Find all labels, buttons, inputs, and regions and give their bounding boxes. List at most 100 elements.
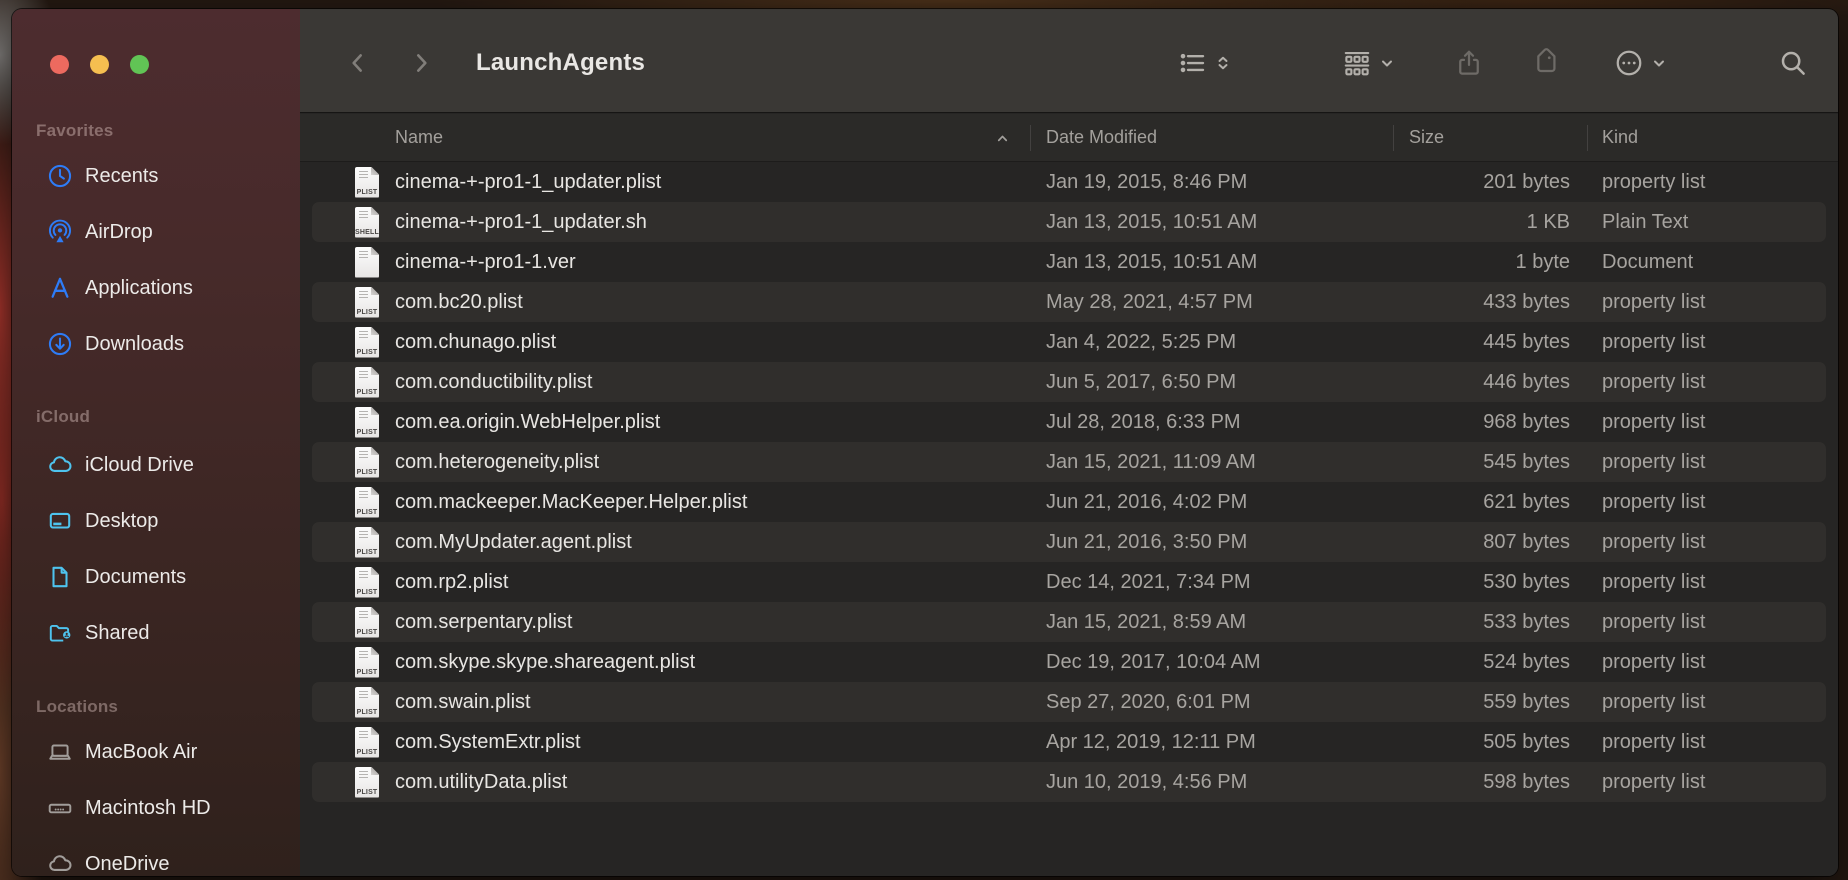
sidebar-item-macintosh-hd[interactable]: Macintosh HD bbox=[26, 788, 290, 828]
file-kind: property list bbox=[1602, 330, 1706, 353]
column-headers: Name Date Modified Size Kind bbox=[300, 114, 1838, 162]
file-kind: property list bbox=[1602, 690, 1706, 713]
file-name: com.rp2.plist bbox=[395, 570, 509, 593]
document-file-icon: PLIST bbox=[355, 326, 379, 358]
file-name: com.ea.origin.WebHelper.plist bbox=[395, 410, 661, 433]
file-type-badge: SHELL bbox=[355, 228, 379, 236]
sort-ascending-icon bbox=[995, 131, 1010, 146]
more-actions-button[interactable] bbox=[1614, 43, 1667, 83]
file-kind: property list bbox=[1602, 490, 1706, 513]
file-type-badge: PLIST bbox=[356, 308, 378, 316]
download-circle-icon bbox=[46, 331, 73, 358]
sidebar-item-recents[interactable]: Recents bbox=[26, 156, 290, 196]
table-row[interactable]: PLIST com.conductibility.plist Jun 5, 2017… bbox=[300, 362, 1838, 402]
file-kind: property list bbox=[1602, 730, 1706, 753]
search-button[interactable] bbox=[1778, 43, 1808, 83]
file-size: 530 bytes bbox=[1483, 570, 1570, 593]
table-row[interactable]: PLIST com.chunago.plist Jan 4, 2022, 5:25 … bbox=[300, 322, 1838, 362]
file-icon: PLIST bbox=[355, 482, 379, 522]
file-size: 1 byte bbox=[1515, 250, 1570, 273]
file-kind: property list bbox=[1602, 410, 1706, 433]
document-file-icon: PLIST bbox=[355, 606, 379, 638]
file-size: 1 KB bbox=[1526, 210, 1570, 233]
sidebar-item-airdrop[interactable]: AirDrop bbox=[26, 212, 290, 252]
file-name: com.bc20.plist bbox=[395, 290, 523, 313]
chevron-down-icon bbox=[1651, 55, 1667, 71]
window-title: LaunchAgents bbox=[476, 49, 646, 76]
sidebar-section-label-locations: Locations bbox=[36, 697, 119, 716]
file-size: 524 bytes bbox=[1483, 650, 1570, 673]
laptop-icon bbox=[46, 739, 73, 766]
sidebar-item-macbook-air[interactable]: MacBook Air bbox=[26, 732, 290, 772]
table-row[interactable]: PLIST com.mackeeper.MacKeeper.Helper.plis… bbox=[300, 482, 1838, 522]
column-header-size[interactable]: Size bbox=[1409, 114, 1444, 161]
sidebar-item-documents[interactable]: Documents bbox=[26, 557, 290, 597]
sidebar-item-applications[interactable]: Applications bbox=[26, 268, 290, 308]
sidebar: Favorites Recents AirDrop Applications Downl… bbox=[12, 9, 300, 876]
table-row[interactable]: PLIST com.heterogeneity.plist Jan 15, 2021… bbox=[300, 442, 1838, 482]
column-divider[interactable] bbox=[1587, 125, 1588, 151]
forward-button[interactable] bbox=[403, 45, 439, 81]
sidebar-item-desktop[interactable]: Desktop bbox=[26, 501, 290, 541]
file-name: com.conductibility.plist bbox=[395, 370, 593, 393]
table-row[interactable]: PLIST com.swain.plist Sep 27, 2020, 6:01 P… bbox=[300, 682, 1838, 722]
table-row[interactable]: cinema-+-pro1-1.ver Jan 13, 2015, 10:51 A… bbox=[300, 242, 1838, 282]
list-view-icon bbox=[1178, 48, 1208, 78]
file-size: 505 bytes bbox=[1483, 730, 1570, 753]
sidebar-section-label-favorites: Favorites bbox=[36, 121, 114, 140]
file-icon: PLIST bbox=[355, 442, 379, 482]
file-size: 533 bytes bbox=[1483, 610, 1570, 633]
file-type-badge: PLIST bbox=[356, 188, 378, 196]
table-row[interactable]: PLIST com.bc20.plist May 28, 2021, 4:57 PM… bbox=[300, 282, 1838, 322]
sidebar-item-label: OneDrive bbox=[85, 852, 170, 875]
table-row[interactable]: PLIST com.MyUpdater.agent.plist Jun 21, 20… bbox=[300, 522, 1838, 562]
table-row[interactable]: PLIST com.rp2.plist Dec 14, 2021, 7:34 PM 5… bbox=[300, 562, 1838, 602]
file-icon: PLIST bbox=[355, 322, 379, 362]
file-size: 968 bytes bbox=[1483, 410, 1570, 433]
table-row[interactable]: PLIST com.serpentary.plist Jan 15, 2021, 8… bbox=[300, 602, 1838, 642]
table-row[interactable]: PLIST cinema-+-pro1-1_updater.plist Jan 19… bbox=[300, 162, 1838, 202]
table-row[interactable]: SHELL cinema-+-pro1-1_updater.sh Jan 13, 2… bbox=[300, 202, 1838, 242]
table-row[interactable]: PLIST com.ea.origin.WebHelper.plist Jul 28… bbox=[300, 402, 1838, 442]
group-by-button[interactable] bbox=[1342, 43, 1395, 83]
file-type-badge: PLIST bbox=[356, 388, 378, 396]
file-size: 446 bytes bbox=[1483, 370, 1570, 393]
close-button[interactable] bbox=[50, 55, 69, 74]
share-button[interactable] bbox=[1454, 43, 1484, 83]
tag-button[interactable] bbox=[1532, 43, 1562, 83]
sidebar-item-shared[interactable]: Shared bbox=[26, 613, 290, 653]
column-header-kind[interactable]: Kind bbox=[1602, 114, 1638, 161]
back-button[interactable] bbox=[340, 45, 376, 81]
file-date-modified: Jul 28, 2018, 6:33 PM bbox=[1046, 410, 1241, 433]
sidebar-item-label: iCloud Drive bbox=[85, 453, 194, 476]
column-divider[interactable] bbox=[1393, 125, 1394, 151]
sidebar-item-icloud-drive[interactable]: iCloud Drive bbox=[26, 445, 290, 485]
list-view-button[interactable] bbox=[1178, 43, 1231, 83]
file-name: com.SystemExtr.plist bbox=[395, 730, 581, 753]
document-file-icon: PLIST bbox=[355, 406, 379, 438]
table-row[interactable]: PLIST com.SystemExtr.plist Apr 12, 2019, 1… bbox=[300, 722, 1838, 762]
file-size: 433 bytes bbox=[1483, 290, 1570, 313]
file-kind: property list bbox=[1602, 170, 1706, 193]
file-name: com.mackeeper.MacKeeper.Helper.plist bbox=[395, 490, 748, 513]
file-icon: PLIST bbox=[355, 562, 379, 602]
minimize-button[interactable] bbox=[90, 55, 109, 74]
zoom-button[interactable] bbox=[130, 55, 149, 74]
file-date-modified: Jun 5, 2017, 6:50 PM bbox=[1046, 370, 1237, 393]
shared-folder-icon bbox=[46, 620, 73, 647]
column-header-name[interactable]: Name bbox=[395, 114, 443, 161]
table-row[interactable]: PLIST com.skype.skype.shareagent.plist Dec… bbox=[300, 642, 1838, 682]
table-row[interactable]: PLIST com.utilityData.plist Jun 10, 2019, … bbox=[300, 762, 1838, 802]
file-size: 559 bytes bbox=[1483, 690, 1570, 713]
sidebar-item-downloads[interactable]: Downloads bbox=[26, 324, 290, 364]
cloud-icon bbox=[46, 851, 73, 877]
column-divider[interactable] bbox=[1030, 125, 1031, 151]
airdrop-icon bbox=[46, 219, 73, 246]
document-file-icon: PLIST bbox=[355, 526, 379, 558]
column-header-date-modified[interactable]: Date Modified bbox=[1046, 114, 1157, 161]
sidebar-item-onedrive[interactable]: OneDrive bbox=[26, 844, 290, 876]
file-date-modified: Jan 13, 2015, 10:51 AM bbox=[1046, 210, 1258, 233]
file-type-badge: PLIST bbox=[356, 348, 378, 356]
file-date-modified: Dec 14, 2021, 7:34 PM bbox=[1046, 570, 1251, 593]
file-kind: Plain Text bbox=[1602, 210, 1689, 233]
